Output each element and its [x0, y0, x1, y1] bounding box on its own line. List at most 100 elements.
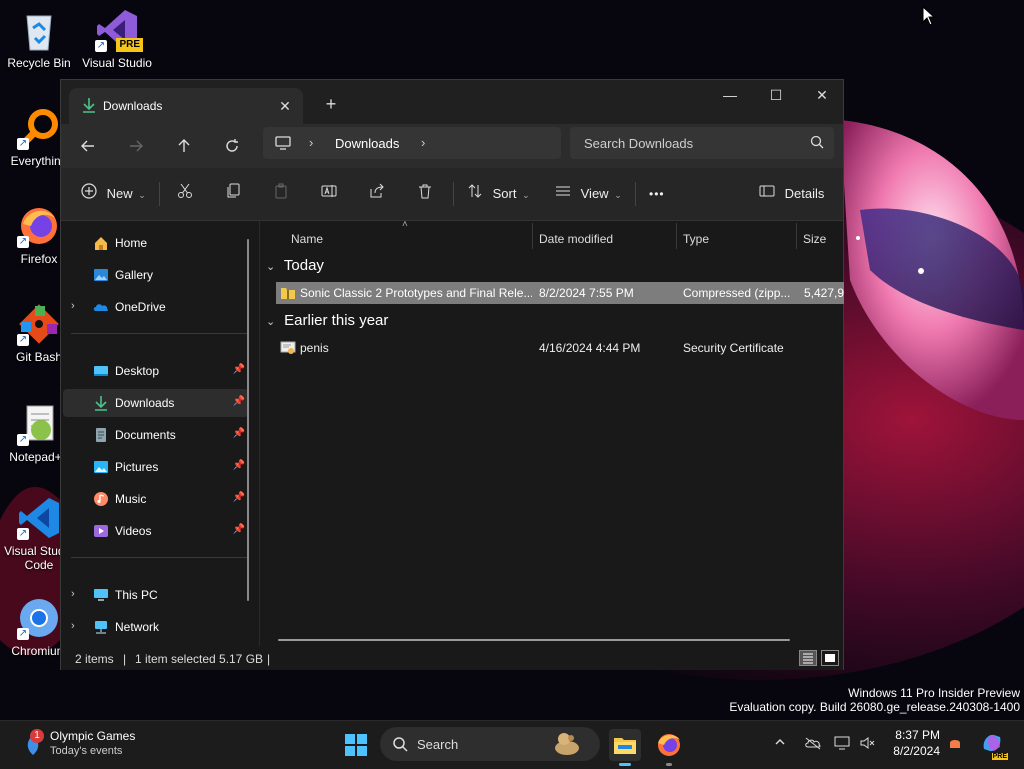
pin-icon[interactable]: 📌	[233, 428, 245, 439]
details-view-toggle[interactable]	[799, 650, 817, 666]
desktop-icon-recycle-bin[interactable]: Recycle Bin	[0, 8, 78, 70]
group-header-today[interactable]: ⌄ Today	[266, 257, 324, 274]
copy-button[interactable]	[225, 179, 241, 209]
column-header-size[interactable]: Size	[803, 227, 826, 251]
trash-icon	[417, 180, 433, 210]
expand-chevron-icon[interactable]: ›	[71, 300, 75, 312]
column-divider[interactable]	[796, 223, 797, 249]
rename-button[interactable]	[321, 179, 337, 209]
nav-item-network[interactable]: › Network	[63, 613, 249, 641]
group-header-earlier-this-year[interactable]: ⌄ Earlier this year	[266, 312, 388, 329]
visual-studio-icon: PRE ↗	[95, 8, 143, 52]
volume-muted-icon[interactable]	[860, 736, 876, 753]
system-clock[interactable]: 8:37 PM 8/2/2024	[884, 727, 940, 759]
sort-button[interactable]: Sort ⌄	[467, 179, 530, 209]
copilot-icon[interactable]: PRE	[980, 731, 1008, 760]
breadcrumb-downloads[interactable]: Downloads	[335, 136, 399, 151]
download-arrow-icon	[93, 395, 109, 411]
shortcut-arrow-icon: ↗	[17, 236, 29, 248]
widgets-button[interactable]: 1 Olympic Games Today's events	[18, 727, 178, 763]
share-button[interactable]	[369, 179, 385, 209]
notification-bell-icon[interactable]	[948, 736, 962, 755]
pin-icon[interactable]: 📌	[233, 396, 245, 407]
cut-button[interactable]	[177, 179, 193, 209]
desktop-icon-visual-studio[interactable]: PRE ↗ Visual Studio 2022 Preview	[78, 8, 156, 70]
nav-item-downloads[interactable]: Downloads 📌	[63, 389, 249, 417]
shortcut-arrow-icon: ↗	[17, 528, 29, 540]
pin-icon[interactable]: 📌	[233, 524, 245, 535]
taskbar-search[interactable]: Search	[380, 727, 600, 761]
new-button[interactable]: New ⌄	[81, 179, 146, 209]
delete-button[interactable]	[417, 179, 433, 209]
column-divider[interactable]	[532, 223, 533, 249]
recycle-bin-icon	[17, 8, 61, 52]
show-hidden-icons-chevron-icon[interactable]	[774, 736, 786, 751]
network-status-icon[interactable]	[834, 736, 852, 753]
search-box[interactable]	[570, 127, 834, 159]
gallery-icon	[93, 267, 109, 283]
onedrive-tray-icon[interactable]	[804, 736, 822, 753]
status-bar: 2 items | 1 item selected 5.17 GB |	[61, 646, 843, 670]
horizontal-scrollbar[interactable]	[278, 639, 790, 641]
rename-icon	[321, 180, 337, 210]
search-input[interactable]	[570, 127, 800, 159]
pin-icon[interactable]: 📌	[233, 364, 245, 375]
breadcrumb-chevron-icon[interactable]: ›	[309, 135, 313, 150]
maximize-button[interactable]: ☐	[753, 80, 799, 110]
pin-icon[interactable]: 📌	[233, 460, 245, 471]
divider	[453, 182, 454, 206]
nav-item-desktop[interactable]: Desktop 📌	[63, 357, 249, 385]
nav-item-home[interactable]: Home	[63, 229, 249, 257]
divider	[71, 557, 247, 558]
large-icons-view-toggle[interactable]	[821, 650, 839, 666]
file-row[interactable]: Sonic Classic 2 Prototypes and Final Rel…	[276, 282, 844, 304]
more-options-button[interactable]: •••	[649, 179, 665, 209]
search-icon	[810, 135, 824, 152]
minimize-button[interactable]: —	[707, 80, 753, 110]
nav-item-this-pc[interactable]: › This PC	[63, 581, 249, 609]
file-row[interactable]: penis 4/16/2024 4:44 PM Security Certifi…	[276, 337, 844, 359]
nav-item-videos[interactable]: Videos 📌	[63, 517, 249, 545]
collapse-chevron-icon[interactable]: ⌄	[266, 315, 280, 328]
details-pane-button[interactable]: Details	[759, 179, 824, 209]
column-header-date-modified[interactable]: Date modified	[539, 227, 613, 251]
nav-item-gallery[interactable]: Gallery	[63, 261, 249, 289]
close-window-button[interactable]: ✕	[799, 80, 845, 110]
zip-folder-icon	[280, 285, 296, 304]
nav-item-documents[interactable]: Documents 📌	[63, 421, 249, 449]
refresh-button[interactable]	[217, 131, 247, 161]
clock-time: 8:37 PM	[895, 728, 940, 742]
command-bar: New ⌄ Sort ⌄ View ⌄ ••• Details	[61, 168, 843, 221]
selection-count: 1 item selected	[135, 652, 216, 666]
download-arrow-icon	[81, 97, 97, 116]
nav-item-music[interactable]: Music 📌	[63, 485, 249, 513]
view-button[interactable]: View ⌄	[555, 179, 622, 209]
new-tab-button[interactable]: +	[319, 92, 343, 116]
back-button[interactable]	[73, 131, 103, 161]
up-button[interactable]	[169, 131, 199, 161]
column-header-type[interactable]: Type	[683, 227, 709, 251]
nav-item-pictures[interactable]: Pictures 📌	[63, 453, 249, 481]
expand-chevron-icon[interactable]: ›	[71, 620, 75, 632]
expand-chevron-icon[interactable]: ›	[71, 588, 75, 600]
file-date: 8/2/2024 7:55 PM	[539, 286, 634, 300]
start-button[interactable]	[340, 729, 372, 761]
document-icon	[93, 427, 109, 443]
nav-pane-scrollbar[interactable]	[247, 239, 249, 601]
address-bar[interactable]: › Downloads ›	[263, 127, 561, 159]
nav-item-onedrive[interactable]: › OneDrive	[63, 293, 249, 321]
column-header-name[interactable]: Name	[291, 227, 323, 251]
close-tab-button[interactable]: ✕	[273, 94, 297, 118]
pin-icon[interactable]: 📌	[233, 492, 245, 503]
taskbar-file-explorer[interactable]	[609, 729, 641, 766]
forward-button[interactable]	[121, 131, 151, 161]
paste-button[interactable]	[273, 179, 289, 209]
collapse-chevron-icon[interactable]: ⌄	[266, 260, 280, 273]
breadcrumb-chevron-icon[interactable]: ›	[421, 135, 425, 150]
column-divider[interactable]	[676, 223, 677, 249]
this-pc-icon	[275, 135, 291, 154]
tab-downloads[interactable]: Downloads ✕	[69, 88, 303, 124]
forward-arrow-icon	[130, 140, 143, 152]
taskbar-firefox[interactable]	[653, 729, 685, 766]
share-icon	[369, 180, 385, 210]
